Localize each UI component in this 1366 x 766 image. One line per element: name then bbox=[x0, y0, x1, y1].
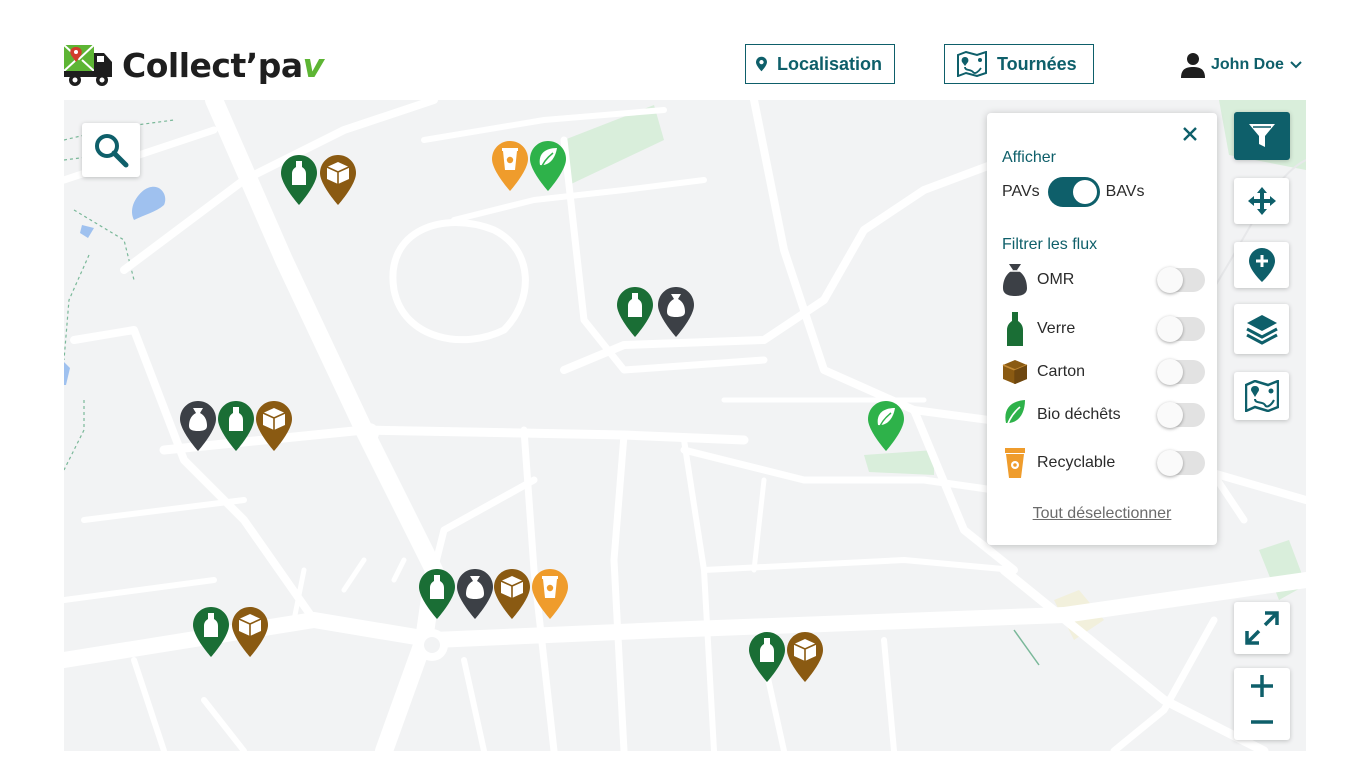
box-icon bbox=[1002, 360, 1028, 384]
chevron-down-icon bbox=[1290, 61, 1302, 69]
expand-icon bbox=[1245, 611, 1279, 645]
marker-verre[interactable] bbox=[217, 400, 255, 452]
filter-flux-title: Filtrer les flux bbox=[1002, 236, 1098, 253]
flux-row-verre: Verre bbox=[1001, 312, 1207, 346]
logo-accent: v bbox=[302, 45, 325, 85]
zoom-out-button[interactable] bbox=[1234, 704, 1290, 740]
nav-localisation-button[interactable]: Localisation bbox=[745, 44, 895, 84]
flux-label-bio: Bio déchêts bbox=[1037, 406, 1121, 423]
marker-omr[interactable] bbox=[179, 400, 217, 452]
flux-switch-bio[interactable] bbox=[1157, 402, 1205, 428]
marker-carton[interactable] bbox=[493, 568, 531, 620]
marker-recyclable[interactable] bbox=[491, 140, 529, 192]
route-button[interactable] bbox=[1234, 372, 1289, 420]
user-icon bbox=[1181, 53, 1205, 78]
fullscreen-button[interactable] bbox=[1234, 602, 1290, 654]
search-button[interactable] bbox=[82, 123, 140, 177]
route-map-icon bbox=[1244, 380, 1279, 412]
flux-row-carton: Carton bbox=[1001, 355, 1207, 389]
marker-carton[interactable] bbox=[319, 154, 357, 206]
pav-bav-toggle[interactable] bbox=[1047, 177, 1100, 207]
flux-label-recyclable: Recyclable bbox=[1037, 454, 1116, 471]
marker-carton[interactable] bbox=[255, 400, 293, 452]
user-menu[interactable]: John Doe bbox=[1181, 50, 1302, 80]
deselect-all-link[interactable]: Tout déselectionner bbox=[987, 505, 1217, 523]
display-toggle-row: PAVs BAVs bbox=[1002, 177, 1144, 207]
bottle-icon bbox=[1007, 312, 1023, 346]
truck-icon bbox=[64, 44, 112, 86]
flux-label-carton: Carton bbox=[1037, 363, 1086, 380]
route-map-icon bbox=[957, 51, 987, 77]
minus-icon bbox=[1251, 720, 1273, 724]
close-icon bbox=[1183, 127, 1197, 141]
user-name: John Doe bbox=[1211, 56, 1284, 73]
flux-row-omr: OMR bbox=[1001, 263, 1207, 297]
flux-switch-carton[interactable] bbox=[1157, 359, 1205, 385]
marker-bio[interactable] bbox=[867, 400, 905, 452]
cup-icon bbox=[1005, 448, 1025, 478]
move-arrows-icon bbox=[1247, 187, 1276, 215]
move-button[interactable] bbox=[1234, 178, 1289, 224]
layers-button[interactable] bbox=[1234, 304, 1289, 354]
layers-icon bbox=[1245, 315, 1278, 345]
plus-icon bbox=[1251, 675, 1273, 697]
marker-omr[interactable] bbox=[456, 568, 494, 620]
flux-label-verre: Verre bbox=[1037, 320, 1076, 337]
marker-verre[interactable] bbox=[418, 568, 456, 620]
toggle-right-label: BAVs bbox=[1105, 183, 1145, 200]
marker-verre[interactable] bbox=[748, 631, 786, 683]
filter-panel: Afficher PAVs BAVs Filtrer les flux OMR … bbox=[987, 113, 1217, 545]
marker-verre[interactable] bbox=[280, 154, 318, 206]
display-label: Afficher bbox=[1002, 149, 1056, 166]
nav-localisation-label: Localisation bbox=[776, 53, 882, 74]
flux-row-bio: Bio déchêts bbox=[1001, 398, 1207, 432]
flux-row-recyclable: Recyclable bbox=[1001, 446, 1207, 480]
marker-bio[interactable] bbox=[529, 140, 567, 192]
flux-switch-recyclable[interactable] bbox=[1157, 450, 1205, 476]
marker-recyclable[interactable] bbox=[531, 568, 569, 620]
zoom-in-button[interactable] bbox=[1234, 668, 1290, 704]
flux-label-omr: OMR bbox=[1037, 271, 1075, 288]
filter-button[interactable] bbox=[1234, 112, 1290, 160]
marker-omr[interactable] bbox=[657, 286, 695, 338]
flux-switch-verre[interactable] bbox=[1157, 316, 1205, 342]
nav-tournees-label: Tournées bbox=[997, 53, 1077, 74]
toggle-left-label: PAVs bbox=[1002, 183, 1040, 200]
leaf-icon bbox=[1005, 400, 1025, 431]
marker-carton[interactable] bbox=[786, 631, 824, 683]
marker-verre[interactable] bbox=[192, 606, 230, 658]
logo-text: Collect’pa bbox=[122, 45, 303, 85]
search-icon bbox=[95, 134, 129, 168]
trash-bag-icon bbox=[1003, 264, 1027, 296]
filter-icon bbox=[1249, 124, 1275, 147]
marker-verre[interactable] bbox=[616, 286, 654, 338]
app-logo[interactable]: Collect’pa v bbox=[64, 42, 324, 88]
close-panel-button[interactable] bbox=[1177, 121, 1203, 147]
add-point-button[interactable] bbox=[1234, 242, 1289, 288]
map-pin-icon bbox=[756, 56, 767, 72]
flux-switch-omr[interactable] bbox=[1157, 267, 1205, 293]
zoom-control bbox=[1234, 668, 1290, 740]
add-pin-icon bbox=[1248, 248, 1275, 282]
marker-carton[interactable] bbox=[231, 606, 269, 658]
nav-tournees-button[interactable]: Tournées bbox=[944, 44, 1094, 84]
